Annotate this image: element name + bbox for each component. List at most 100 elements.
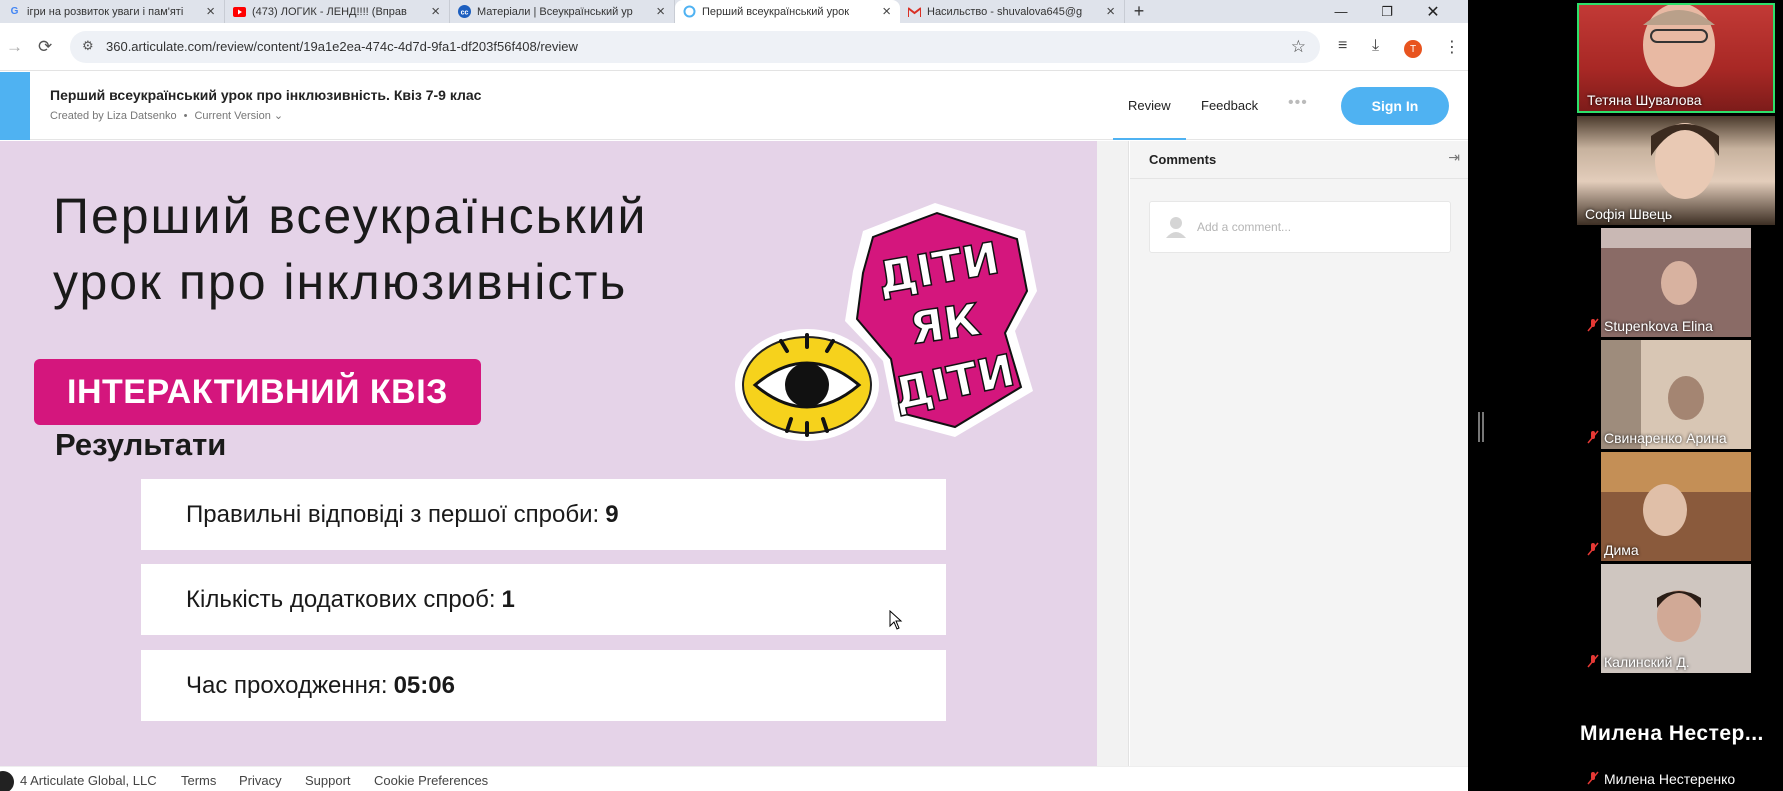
user-avatar-icon [1166,217,1186,238]
participant-name: Софія Швець [1585,206,1673,222]
result-value: 1 [501,585,515,613]
panel-divider [1097,141,1129,766]
participant-name: Калинский Д. [1604,654,1690,670]
gmail-icon [908,5,921,18]
cc-icon: cc [458,5,471,18]
slide-title-line: Перший всеукраїнський [53,188,648,244]
participant-tile[interactable]: Дима [1577,452,1775,561]
svg-text:cc: cc [461,10,469,17]
reload-icon[interactable]: ⟳ [38,37,52,57]
footer-link-privacy[interactable]: Privacy [239,773,282,788]
result-value: 05:06 [393,671,455,699]
profile-avatar[interactable]: T [1404,40,1422,58]
muted-mic-icon [1587,771,1599,785]
tab-label: Матеріали | Всеукраїнський ур [477,5,633,18]
comments-title: Comments [1149,152,1217,167]
participant-tile[interactable]: Свинаренко Арина [1577,340,1775,449]
result-value: 9 [605,500,619,528]
browser-tab-articulate[interactable]: Перший всеукраїнський урок × [675,0,900,23]
result-row-time: Час проходження: 05:06 [141,650,946,721]
participant-tile[interactable]: Софія Швець [1577,116,1775,225]
participant-name: Тетяна Шувалова [1587,92,1702,108]
slide-canvas: Перший всеукраїнський урок про інклюзивн… [0,141,1097,766]
course-meta: Created by Liza Datsenko • Current Version… [50,109,283,122]
close-icon[interactable]: × [882,3,891,20]
browser-menu-icon[interactable]: ⋮ [1444,37,1460,57]
comments-panel: Comments ⇥ [1130,141,1468,766]
minimize-icon[interactable]: — [1318,0,1364,23]
footer: 4 Articulate Global, LLC Terms Privacy S… [0,766,1468,791]
browser-tab-games[interactable]: G ігри на розвиток уваги і пам'яті × [0,0,225,23]
tab-label: (473) ЛОГИК - ЛЕНД!!!! (Вправ [252,5,407,18]
forward-icon[interactable]: → [6,37,23,57]
tab-feedback[interactable]: Feedback [1201,98,1258,113]
window-close-icon[interactable]: ✕ [1410,0,1456,23]
participant-name: Милена Нестеренко [1604,771,1736,787]
browser-tab-youtube[interactable]: (473) ЛОГИК - ЛЕНД!!!! (Вправ × [225,0,450,23]
close-icon[interactable]: × [656,3,665,20]
children-as-children-logo: ДІТИ ЯК ДІТИ [735,203,1037,441]
result-label: Кількість додаткових спроб: [186,585,496,613]
participant-tile[interactable]: Калинский Д. [1577,564,1775,673]
course-title: Перший всеукраїнський урок про інклюзивн… [50,87,482,103]
mouse-cursor-icon [889,610,903,630]
participant-tile[interactable]: Тетяна Шувалова [1577,3,1775,113]
slide-title: Перший всеукраїнський урок про інклюзивн… [53,183,647,315]
close-icon[interactable]: × [1106,3,1115,20]
screen: G ігри на розвиток уваги і пам'яті × (47… [0,0,1783,791]
tab-label: ігри на розвиток уваги і пам'яті [27,5,184,18]
address-bar[interactable]: ⚙ 360.articulate.com/review/content/19a1… [70,31,1320,63]
tab-strip: G ігри на розвиток уваги і пам'яті × (47… [0,0,1468,23]
separator-dot: • [183,110,188,122]
chevron-down-icon[interactable]: ⌄ [274,110,283,122]
articulate-badge-icon [0,771,14,791]
comments-header: Comments ⇥ [1130,141,1468,179]
result-label: Час проходження: [186,671,388,699]
participant-name: Stupenkova Elina [1604,318,1713,334]
footer-link-support[interactable]: Support [305,773,351,788]
muted-mic-icon [1587,430,1599,444]
browser-window: G ігри на розвиток уваги і пам'яті × (47… [0,0,1468,791]
muted-mic-icon [1587,318,1599,332]
active-tab-underline [1113,138,1186,140]
result-row-correct: Правильні відповіді з першої спроби: 9 [141,479,946,550]
participant-name: Дима [1604,542,1639,558]
review-header: Перший всеукраїнський урок про інклюзивн… [0,72,1468,140]
tab-review[interactable]: Review [1128,98,1171,113]
site-settings-icon[interactable]: ⚙ [82,38,94,54]
browser-tab-materials[interactable]: cc Матеріали | Всеукраїнський ур × [450,0,675,23]
resize-handle[interactable] [1478,412,1484,442]
more-options-icon[interactable]: ••• [1288,94,1308,112]
media-control-icon[interactable]: ≡ [1338,37,1347,55]
collapse-panel-icon[interactable]: ⇥ [1448,149,1460,166]
footer-link-cookies[interactable]: Cookie Preferences [374,773,488,788]
url-text[interactable]: 360.articulate.com/review/content/19a1e2… [106,39,578,54]
google-icon: G [10,6,19,17]
sign-in-button[interactable]: Sign In [1341,87,1449,125]
logo-word: ЯК [907,295,983,355]
muted-mic-icon [1587,654,1599,668]
tab-label: Насильство - shuvalova645@g [927,5,1083,18]
slide-title-line: урок про інклюзивність [53,254,628,310]
participant-display-name: Милена Нестер... [1580,722,1764,745]
close-icon[interactable]: × [431,3,440,20]
youtube-icon [233,5,246,18]
comment-composer[interactable] [1149,201,1451,253]
close-icon[interactable]: × [206,3,215,20]
new-tab-button[interactable]: + [1125,0,1153,23]
footer-link-terms[interactable]: Terms [181,773,216,788]
articulate-icon [683,5,696,18]
participant-tile[interactable]: Stupenkova Elina [1577,228,1775,337]
created-by: Created by Liza Datsenko [50,110,177,122]
copyright: 4 Articulate Global, LLC [20,773,157,788]
participant-tile[interactable]: Милена Нестер... Милена Нестеренко [1577,704,1777,790]
browser-tab-gmail[interactable]: Насильство - shuvalova645@g × [900,0,1125,23]
restore-icon[interactable]: ❐ [1364,0,1410,23]
review-logo-strip [0,72,30,140]
results-heading: Результати [55,427,227,462]
quiz-badge: ІНТЕРАКТИВНИЙ КВІЗ [34,359,481,425]
download-icon[interactable]: ⤓ [1372,37,1379,55]
comment-input[interactable] [1197,202,1437,252]
bookmark-star-icon[interactable]: ☆ [1291,37,1306,57]
version-selector[interactable]: Current Version [194,110,270,122]
